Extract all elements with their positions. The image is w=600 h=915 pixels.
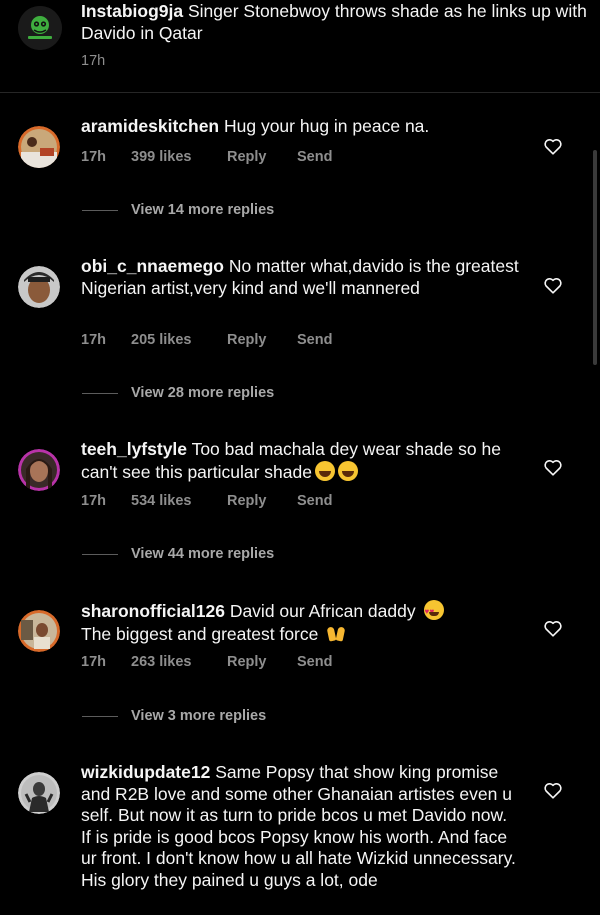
comment-username[interactable]: aramideskitchen bbox=[81, 116, 219, 136]
send-button[interactable]: Send bbox=[297, 493, 332, 509]
comment-username[interactable]: obi_c_nnaemego bbox=[81, 256, 224, 276]
caption-time: 17h bbox=[81, 53, 106, 69]
reply-button[interactable]: Reply bbox=[227, 654, 297, 670]
heart-icon[interactable] bbox=[543, 137, 563, 155]
user-avatar-icon bbox=[18, 449, 60, 491]
scrollbar[interactable] bbox=[593, 150, 597, 365]
heart-icon[interactable] bbox=[543, 781, 563, 799]
comment-likes[interactable]: 263 likes bbox=[131, 654, 227, 670]
view-replies-label: View 14 more replies bbox=[131, 202, 275, 218]
comment-text: teeh_lyfstyle Too bad machala dey wear s… bbox=[81, 439, 521, 483]
user-avatar-icon bbox=[18, 266, 60, 308]
comment-text: aramideskitchen Hug your hug in peace na… bbox=[81, 116, 521, 138]
view-replies-button[interactable]: View 3 more replies bbox=[0, 707, 600, 727]
comment-username[interactable]: sharonofficial126 bbox=[81, 601, 225, 621]
user-avatar-icon bbox=[18, 610, 60, 652]
divider bbox=[82, 210, 118, 211]
view-replies-label: View 3 more replies bbox=[131, 708, 267, 724]
divider bbox=[82, 393, 118, 394]
divider bbox=[82, 554, 118, 555]
reply-button[interactable]: Reply bbox=[227, 332, 297, 348]
heart-icon[interactable] bbox=[543, 276, 563, 294]
avatar[interactable] bbox=[18, 449, 60, 491]
comment-text: obi_c_nnaemego No matter what,davido is … bbox=[81, 256, 521, 299]
divider bbox=[82, 716, 118, 717]
post-caption: Instabiog9ja Singer Stonebwoy throws sha… bbox=[0, 0, 600, 93]
user-avatar-icon bbox=[18, 772, 60, 814]
comment-body: David our African daddy bbox=[224, 601, 416, 621]
heart-icon[interactable] bbox=[543, 458, 563, 476]
user-avatar-icon bbox=[18, 126, 60, 168]
avatar[interactable] bbox=[18, 6, 62, 50]
view-replies-button[interactable]: View 44 more replies bbox=[0, 545, 600, 565]
avatar[interactable] bbox=[18, 772, 60, 814]
send-button[interactable]: Send bbox=[297, 654, 332, 670]
heart-eyes-emoji-icon bbox=[423, 600, 444, 623]
view-replies-label: View 44 more replies bbox=[131, 546, 275, 562]
avatar[interactable] bbox=[18, 610, 60, 652]
comment-body-line2: The biggest and greatest force bbox=[81, 623, 319, 644]
avatar[interactable] bbox=[18, 126, 60, 168]
reply-button[interactable]: Reply bbox=[227, 493, 297, 509]
heart-icon[interactable] bbox=[543, 619, 563, 637]
send-button[interactable]: Send bbox=[297, 332, 332, 348]
comment-meta: 17h 205 likes Reply Send bbox=[81, 332, 332, 348]
comment-meta: 17h 399 likes Reply Send bbox=[81, 149, 332, 165]
comment-meta: 17h 534 likes Reply Send bbox=[81, 493, 332, 509]
comment-username[interactable]: wizkidupdate12 bbox=[81, 762, 210, 782]
comment-likes[interactable]: 399 likes bbox=[131, 149, 227, 165]
comment-time: 17h bbox=[81, 493, 106, 509]
comment-time: 17h bbox=[81, 654, 106, 670]
view-replies-button[interactable]: View 28 more replies bbox=[0, 384, 600, 404]
view-replies-label: View 28 more replies bbox=[131, 385, 275, 401]
comment-meta: 17h 263 likes Reply Send bbox=[81, 654, 332, 670]
comment-time: 17h bbox=[81, 149, 106, 165]
caption-username[interactable]: Instabiog9ja bbox=[81, 1, 183, 21]
comment-likes[interactable]: 205 likes bbox=[131, 332, 227, 348]
raising-hands-emoji-icon bbox=[326, 623, 346, 643]
comments-screen: Instabiog9ja Singer Stonebwoy throws sha… bbox=[0, 0, 600, 915]
view-replies-button[interactable]: View 14 more replies bbox=[0, 201, 600, 221]
comment-username[interactable]: teeh_lyfstyle bbox=[81, 439, 187, 459]
comment-text: wizkidupdate12 Same Popsy that show king… bbox=[81, 762, 521, 891]
caption-text: Instabiog9ja Singer Stonebwoy throws sha… bbox=[81, 0, 591, 44]
comment-likes[interactable]: 534 likes bbox=[131, 493, 227, 509]
instabiog9ja-logo-icon bbox=[18, 6, 62, 50]
reply-button[interactable]: Reply bbox=[227, 149, 297, 165]
send-button[interactable]: Send bbox=[297, 149, 332, 165]
comment-body: Hug your hug in peace na. bbox=[219, 116, 430, 136]
laughing-emoji-icon bbox=[337, 460, 358, 481]
avatar[interactable] bbox=[18, 266, 60, 308]
comment-text: sharonofficial126 David our African dadd… bbox=[81, 600, 521, 645]
comment-time: 17h bbox=[81, 332, 106, 348]
laughing-emoji-icon bbox=[314, 460, 335, 481]
